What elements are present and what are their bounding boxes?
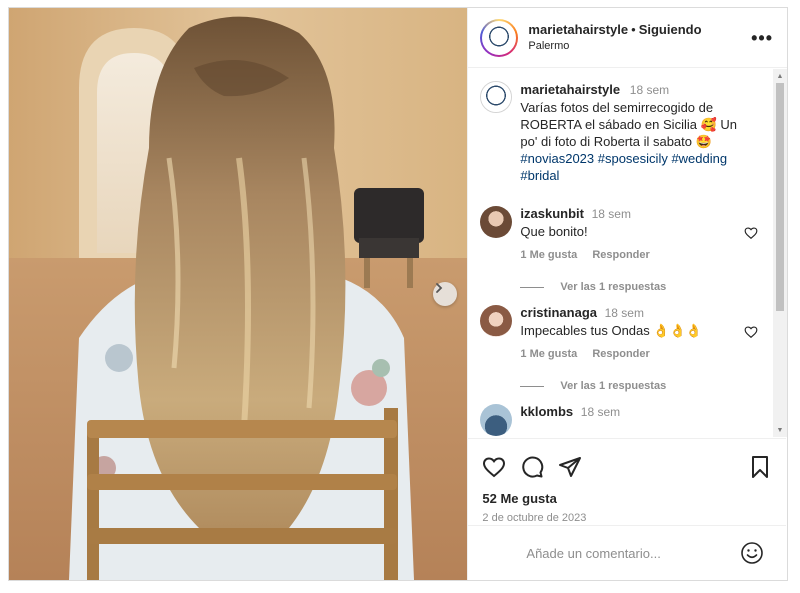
commenter-avatar[interactable] bbox=[480, 404, 513, 436]
author-username[interactable]: marietahairstyle bbox=[528, 22, 628, 37]
view-replies-label: Ver las 1 respuestas bbox=[560, 281, 667, 293]
caption-avatar[interactable] bbox=[480, 81, 513, 113]
caption-time: 18 sem bbox=[629, 83, 670, 97]
replies-divider bbox=[520, 286, 545, 288]
comment-text: Que bonito! bbox=[520, 224, 588, 239]
comment-likes[interactable]: 1 Me gusta bbox=[520, 348, 577, 360]
post-location[interactable]: Palermo bbox=[528, 38, 751, 54]
following-button[interactable]: Siguiendo bbox=[639, 22, 702, 37]
post-header: marietahairstyle • Siguiendo Palermo ••• bbox=[468, 8, 787, 68]
view-replies-button[interactable]: Ver las 1 respuestas bbox=[520, 281, 772, 293]
heart-icon bbox=[483, 457, 506, 478]
comment-text: Impecables tus Ondas 👌👌👌 bbox=[520, 323, 702, 338]
commenter-username[interactable]: cristinanaga bbox=[520, 305, 597, 320]
scroll-down-arrow-icon[interactable]: ▼ bbox=[773, 423, 787, 437]
scrollbar-thumb[interactable] bbox=[776, 83, 784, 311]
comment-time: 18 sem bbox=[591, 207, 631, 221]
smiley-icon bbox=[741, 542, 764, 564]
reply-button[interactable]: Responder bbox=[592, 249, 649, 261]
comments-scrollbar[interactable]: ▲ ▼ bbox=[773, 69, 787, 437]
view-replies-button[interactable]: Ver las 1 respuestas bbox=[520, 380, 772, 392]
chevron-right-icon bbox=[436, 283, 443, 293]
share-button[interactable] bbox=[558, 455, 582, 479]
like-button[interactable] bbox=[482, 455, 506, 479]
comment-time: 18 sem bbox=[580, 405, 621, 419]
add-comment-bar: Añade un comentario... bbox=[468, 525, 787, 580]
commenter-avatar[interactable] bbox=[480, 206, 513, 238]
post-photo[interactable] bbox=[9, 8, 468, 580]
commenter-username[interactable]: izaskunbit bbox=[520, 206, 584, 221]
commenter-avatar[interactable] bbox=[480, 305, 513, 337]
post-actions: 52 Me gusta 2 de octubre de 2023 Añade u… bbox=[468, 438, 787, 580]
scroll-up-arrow-icon[interactable]: ▲ bbox=[773, 69, 787, 83]
comment-input[interactable]: Añade un comentario... bbox=[526, 546, 740, 561]
caption-hashtags[interactable]: #novias2023 #sposesicily #wedding #brida… bbox=[520, 151, 727, 183]
replies-divider bbox=[520, 385, 545, 387]
comment-item: kklombs 18 sem bbox=[480, 404, 772, 436]
like-comment-heart-icon[interactable] bbox=[744, 325, 758, 339]
brand-logo-icon bbox=[484, 22, 515, 53]
comment-item: cristinanaga 18 sem Impecables tus Ondas… bbox=[480, 305, 772, 392]
commenter-username[interactable]: kklombs bbox=[520, 404, 573, 419]
next-photo-button[interactable] bbox=[433, 282, 457, 306]
more-options-icon[interactable]: ••• bbox=[751, 29, 773, 47]
like-comment-heart-icon[interactable] bbox=[744, 226, 758, 240]
bookmark-icon bbox=[752, 456, 769, 478]
separator-dot: • bbox=[631, 21, 636, 37]
caption-text: Varías fotos del semirrecogido de ROBERT… bbox=[520, 100, 737, 149]
action-icons bbox=[468, 439, 786, 483]
author-avatar[interactable] bbox=[480, 18, 519, 57]
post-caption: marietahairstyle 18 sem Varías fotos del… bbox=[480, 81, 772, 184]
comment-item: izaskunbit 18 sem Que bonito! 1 Me gusta… bbox=[480, 206, 772, 293]
comment-likes[interactable]: 1 Me gusta bbox=[520, 249, 577, 261]
comment-time: 18 sem bbox=[604, 306, 644, 320]
bride-hairstyle-photo bbox=[9, 8, 468, 580]
post-side-panel: marietahairstyle • Siguiendo Palermo ••• m… bbox=[467, 8, 787, 580]
comment-bubble-icon bbox=[522, 456, 544, 478]
save-button[interactable] bbox=[748, 455, 772, 479]
caption-username[interactable]: marietahairstyle bbox=[520, 82, 620, 97]
post-modal: marietahairstyle • Siguiendo Palermo ••• m… bbox=[8, 7, 788, 581]
view-replies-label: Ver las 1 respuestas bbox=[560, 380, 667, 392]
comment-button[interactable] bbox=[520, 455, 544, 479]
caption-body: marietahairstyle 18 sem Varías fotos del… bbox=[520, 81, 750, 184]
author-info: marietahairstyle • Siguiendo Palermo bbox=[528, 22, 751, 54]
reply-button[interactable]: Responder bbox=[592, 348, 649, 360]
post-date: 2 de octubre de 2023 bbox=[482, 512, 587, 524]
emoji-button[interactable] bbox=[740, 541, 764, 565]
comments-list[interactable]: marietahairstyle 18 sem Varías fotos del… bbox=[468, 69, 786, 437]
likes-count[interactable]: 52 Me gusta bbox=[468, 483, 786, 506]
brand-logo-icon bbox=[481, 82, 512, 112]
paper-plane-icon bbox=[559, 457, 582, 477]
